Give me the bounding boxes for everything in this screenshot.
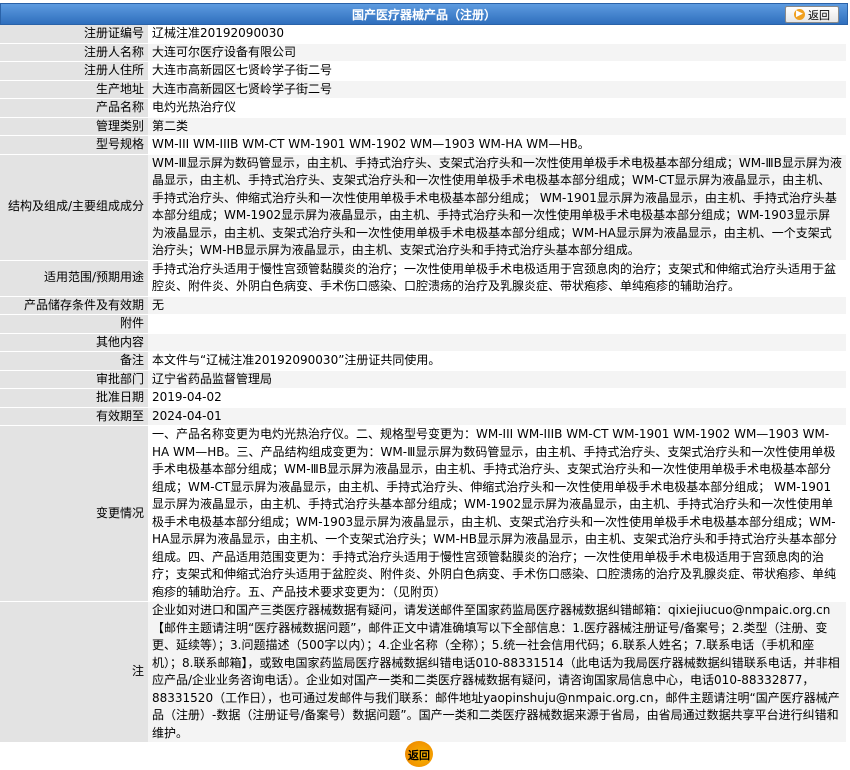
field-label: 其他内容 — [0, 333, 148, 352]
table-row: 审批部门 辽宁省药品监督管理局 — [0, 370, 846, 389]
field-label: 产品名称 — [0, 98, 148, 118]
field-label: 注册人住所 — [0, 61, 148, 81]
field-value: 电灼光热治疗仪 — [148, 98, 846, 118]
table-row: 适用范围/预期用途 手持式治疗头适用于慢性宫颈管黏膜炎的治疗；一次性使用单极手术电… — [0, 260, 846, 297]
table-row: 备注 本文件与“辽械注准20192090030”注册证共同使用。 — [0, 351, 846, 371]
field-value: 企业如对进口和国产三类医疗器械数据有疑问，请发送邮件至国家药监局医疗器械数据纠错… — [148, 601, 846, 743]
back-button-bottom-label: 返回 — [408, 749, 430, 762]
field-label: 结构及组成/主要组成成分 — [0, 154, 148, 261]
field-value: 辽宁省药品监督管理局 — [148, 370, 846, 389]
field-value: 本文件与“辽械注准20192090030”注册证共同使用。 — [148, 351, 846, 371]
field-value: 一、产品名称变更为电灼光热治疗仪。二、规格型号变更为：WM-III WM-III… — [148, 425, 846, 602]
field-label: 生产地址 — [0, 80, 148, 99]
back-button-label: 返回 — [808, 8, 830, 22]
field-label: 管理类别 — [0, 117, 148, 136]
table-row: 产品名称 电灼光热治疗仪 — [0, 98, 846, 118]
table-row: 其他内容 — [0, 333, 846, 352]
field-label: 有效期至 — [0, 407, 148, 426]
field-value: WM-Ⅲ显示屏为数码管显示，由主机、手持式治疗头、支架式治疗头和一次性使用单极手… — [148, 154, 846, 261]
table-row: 注册人住所 大连市高新园区七贤岭学子街二号 — [0, 61, 846, 81]
field-value: 辽械注准20192090030 — [148, 25, 846, 44]
back-button-bottom[interactable]: 返回 — [401, 741, 437, 767]
field-value: 大连可尔医疗设备有限公司 — [148, 43, 846, 62]
field-value: 2019-04-02 — [148, 388, 846, 408]
table-row: 注企业如对进口和国产三类医疗器械数据有疑问，请发送邮件至国家药监局医疗器械数据纠… — [0, 601, 846, 743]
table-row: 型号规格 WM-III WM-IIIB WM-CT WM-1901 WM-1902… — [0, 135, 846, 155]
field-label: 附件 — [0, 314, 148, 334]
back-arrow-icon: ▶ — [794, 9, 805, 20]
field-label: 备注 — [0, 351, 148, 371]
table-row: 结构及组成/主要组成成分 WM-Ⅲ显示屏为数码管显示，由主机、手持式治疗头、支架式… — [0, 154, 846, 261]
table-row: 批准日期 2019-04-02 — [0, 388, 846, 408]
field-value: 2024-04-01 — [148, 407, 846, 426]
table-row: 变更情况 一、产品名称变更为电灼光热治疗仪。二、规格型号变更为：WM-III WM… — [0, 425, 846, 602]
table-row: 注册人名称 大连可尔医疗设备有限公司 — [0, 43, 846, 62]
field-value: 手持式治疗头适用于慢性宫颈管黏膜炎的治疗；一次性使用单极手术电极适用于宫颈息肉的… — [148, 260, 846, 297]
field-label: 批准日期 — [0, 388, 148, 408]
field-label: 审批部门 — [0, 370, 148, 389]
field-value: 大连市高新园区七贤岭学子街二号 — [148, 80, 846, 99]
field-label: 产品储存条件及有效期 — [0, 296, 148, 315]
field-value: 大连市高新园区七贤岭学子街二号 — [148, 61, 846, 81]
field-value: 第二类 — [148, 117, 846, 136]
table-row: 生产地址 大连市高新园区七贤岭学子街二号 — [0, 80, 846, 99]
back-button-top[interactable]: ▶ 返回 — [785, 6, 839, 23]
field-value — [148, 333, 846, 352]
table-row: 产品储存条件及有效期无 — [0, 296, 846, 315]
field-value: WM-III WM-IIIB WM-CT WM-1901 WM-1902 WM—… — [148, 135, 846, 155]
field-label: 变更情况 — [0, 425, 148, 602]
page: 国产医疗器械产品（注册） ▶ 返回 注册证编号 辽械注准20192090030 注册… — [0, 0, 850, 770]
table-row: 附件 — [0, 314, 846, 334]
header-bar: 国产医疗器械产品（注册） ▶ 返回 — [0, 3, 848, 25]
table-row: 管理类别 第二类 — [0, 117, 846, 136]
field-label: 注册人名称 — [0, 43, 148, 62]
field-label: 型号规格 — [0, 135, 148, 155]
field-value — [148, 314, 846, 334]
table-row: 有效期至 2024-04-01 — [0, 407, 846, 426]
field-label: 注 — [0, 601, 148, 743]
table-row: 注册证编号 辽械注准20192090030 — [0, 25, 846, 44]
detail-table: 注册证编号 辽械注准20192090030 注册人名称 大连可尔医疗设备有限公司 注册人… — [0, 25, 846, 743]
field-value: 无 — [148, 296, 846, 315]
page-title: 国产医疗器械产品（注册） — [351, 8, 496, 22]
field-label: 适用范围/预期用途 — [0, 260, 148, 297]
field-label: 注册证编号 — [0, 25, 148, 44]
